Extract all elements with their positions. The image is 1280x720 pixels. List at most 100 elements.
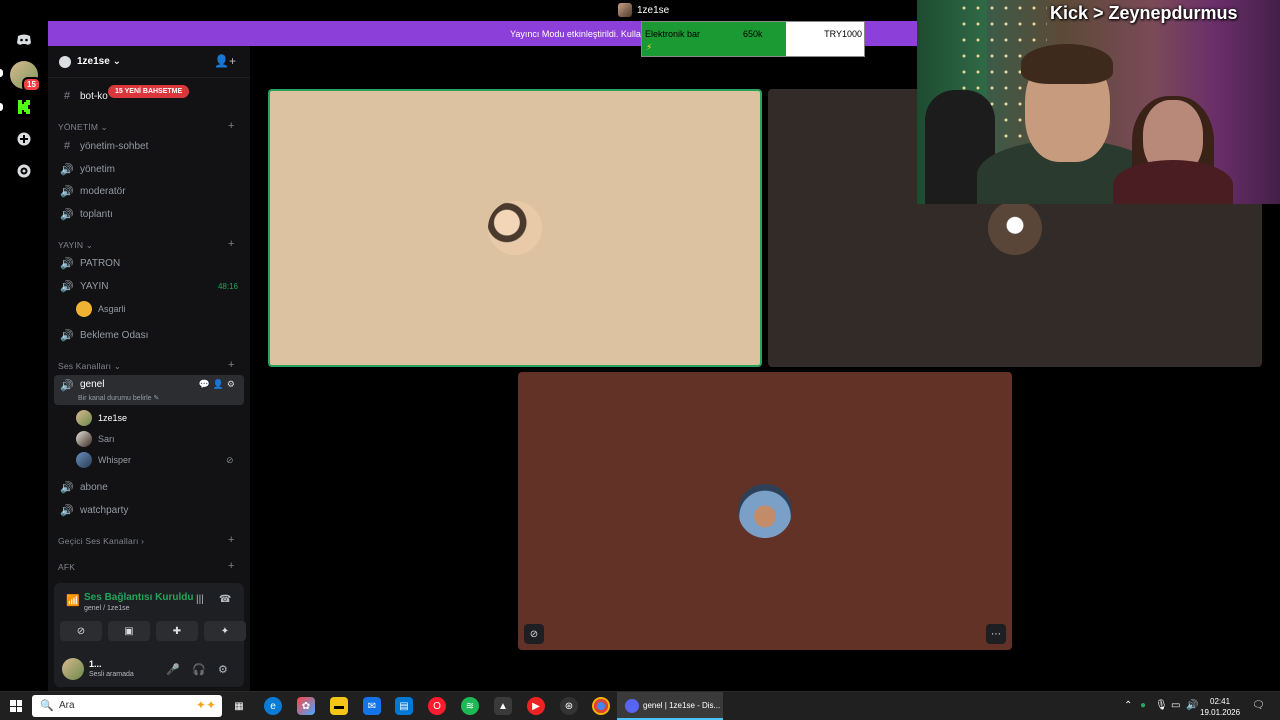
voice-location: genel / 1ze1se bbox=[84, 605, 130, 612]
voice-channel-icon: 🔊 bbox=[60, 257, 74, 270]
steam-icon[interactable]: ⊛ bbox=[560, 697, 578, 715]
voice-channel-icon: 🔊 bbox=[60, 504, 74, 517]
participant-tile-1ze1se[interactable] bbox=[268, 89, 762, 367]
server-name[interactable]: 1ze1se ⌄ bbox=[77, 56, 121, 67]
media-player-icon[interactable]: ▶ bbox=[527, 697, 545, 715]
add-channel-icon[interactable]: + bbox=[228, 560, 235, 572]
user-panel: 1... Sesli aramada 🎤 🎧 ⚙ bbox=[54, 654, 244, 688]
webcam-overlay: Kick > Zeynepdurmus bbox=[917, 0, 1280, 204]
channel-yonetim[interactable]: 🔊 yönetim bbox=[54, 159, 244, 179]
voice-status[interactable]: Ses Bağlantısı Kuruldu bbox=[84, 592, 193, 603]
goal-label: Elektronik bar bbox=[645, 29, 701, 39]
channel-patron[interactable]: 🔊 PATRON bbox=[54, 253, 244, 273]
voice-channel-icon: 🔊 bbox=[60, 163, 74, 176]
user-avatar[interactable] bbox=[62, 658, 84, 680]
windows-start-icon[interactable] bbox=[10, 700, 22, 712]
signal-icon[interactable]: 📶 bbox=[66, 594, 80, 607]
add-channel-icon[interactable]: + bbox=[228, 359, 235, 371]
settings-gear-icon[interactable]: ⚙ bbox=[218, 663, 228, 676]
taskbar-clock[interactable]: 02:41 19.01.2026 bbox=[1200, 696, 1240, 718]
channel-controls[interactable]: 💬👤⚙ bbox=[199, 379, 238, 390]
add-server-icon[interactable] bbox=[10, 125, 38, 153]
notification-icon[interactable]: 🗨 bbox=[1252, 700, 1265, 711]
task-view-icon[interactable]: ▦ bbox=[230, 697, 248, 715]
connected-voice-icon: 🔊 bbox=[60, 380, 74, 392]
share-screen-button[interactable]: ▣ bbox=[108, 621, 150, 641]
file-explorer-icon[interactable]: ▬ bbox=[330, 697, 348, 715]
channel-yayin[interactable]: 🔊 YAYIN 48:16 bbox=[54, 276, 244, 296]
tray-mic-icon[interactable]: 🎙 bbox=[1155, 700, 1168, 711]
chrome-icon[interactable] bbox=[592, 697, 610, 715]
taskbar-active-discord[interactable]: genel | 1ze1se - Dis... bbox=[617, 692, 723, 720]
channel-moderator[interactable]: 🔊 moderatör bbox=[54, 181, 244, 201]
search-placeholder: Ara bbox=[59, 700, 75, 711]
taskbar-search[interactable]: 🔍 Ara ✦✦ bbox=[32, 695, 222, 717]
tray-chevron-icon[interactable]: ⌃ bbox=[1124, 700, 1132, 711]
tray-volume-icon[interactable]: 🔊 bbox=[1186, 700, 1198, 711]
microphone-icon[interactable]: 🎤 bbox=[166, 663, 180, 676]
channel-bekleme-odasi[interactable]: 🔊 Bekleme Odası bbox=[54, 325, 244, 345]
text-channel-icon: # bbox=[63, 140, 71, 152]
category-yonetim[interactable]: YÖNETİM ⌄ + bbox=[58, 120, 234, 133]
new-mentions-badge[interactable]: 15 YENİ BAHSETME bbox=[108, 85, 190, 98]
muted-icon: ⊘ bbox=[226, 454, 234, 465]
search-icon: 🔍 bbox=[40, 700, 54, 712]
category-afk[interactable]: AFK + bbox=[58, 560, 234, 572]
outlook-icon[interactable]: ✉ bbox=[363, 697, 381, 715]
server-unread-pill bbox=[0, 103, 3, 111]
add-channel-icon[interactable]: + bbox=[228, 534, 235, 546]
more-options-icon[interactable]: ⋯ bbox=[986, 624, 1006, 644]
kick-server-icon[interactable] bbox=[10, 93, 38, 121]
voice-user-whisper[interactable]: Whisper ⊘ bbox=[76, 452, 234, 468]
goal-progress-fill bbox=[642, 22, 787, 56]
noise-suppression-icon[interactable]: ||| bbox=[196, 594, 204, 605]
mute-indicator-icon[interactable]: ⊘ bbox=[524, 624, 544, 644]
camera-off-button[interactable]: ⊘ bbox=[60, 621, 102, 641]
server-header[interactable]: 1ze1se ⌄ 👤+ bbox=[48, 46, 250, 78]
opera-icon[interactable]: O bbox=[428, 697, 446, 715]
tray-status-icon[interactable]: ● bbox=[1140, 700, 1146, 711]
channel-sidebar: 1ze1se ⌄ 👤+ # bot-ko 15 YENİ BAHSETME YÖ… bbox=[48, 46, 250, 691]
category-gecici[interactable]: Geçici Ses Kanalları › + bbox=[58, 534, 234, 546]
disconnect-icon[interactable]: ☎ bbox=[219, 594, 231, 605]
user-avatar bbox=[76, 431, 92, 447]
channel-watchparty[interactable]: 🔊 watchparty bbox=[54, 500, 244, 520]
spotify-icon[interactable]: ≋ bbox=[461, 697, 479, 715]
goal-amount: 650k bbox=[743, 29, 763, 39]
windows-taskbar: 🔍 Ara ✦✦ ▦ e ✿ ▬ ✉ ▤ O ≋ ▲ ▶ ⊛ genel | 1… bbox=[0, 691, 1280, 720]
discord-home-icon[interactable] bbox=[10, 26, 38, 54]
person-body bbox=[1113, 160, 1233, 204]
channel-status-prompt[interactable]: Bir kanal durumu belirle ✎ bbox=[78, 394, 159, 402]
channel-abone[interactable]: 🔊 abone bbox=[54, 477, 244, 497]
participant-tile-whisper[interactable]: ⊘ ⋯ bbox=[518, 372, 1012, 650]
add-channel-icon[interactable]: + bbox=[228, 238, 235, 250]
voice-user-1ze1se[interactable]: 1ze1se bbox=[76, 410, 127, 426]
category-yayin[interactable]: YAYIN ⌄ + bbox=[58, 238, 234, 251]
store-icon[interactable]: ▤ bbox=[395, 697, 413, 715]
participant-avatar bbox=[738, 484, 792, 538]
user-name[interactable]: 1... bbox=[89, 659, 102, 669]
voice-user-sari[interactable]: Sarı bbox=[76, 431, 115, 447]
user-avatar bbox=[76, 452, 92, 468]
app-icon[interactable]: ▲ bbox=[494, 697, 512, 715]
tray-network-icon[interactable]: ▭ bbox=[1171, 700, 1180, 711]
channel-timer: 48:16 bbox=[217, 281, 238, 291]
clock-date: 19.01.2026 bbox=[1200, 708, 1241, 717]
channel-toplanti[interactable]: 🔊 toplantı bbox=[54, 204, 244, 224]
donation-goal-widget: Elektronik bar 650k TRY1000 ⚡ bbox=[641, 21, 865, 57]
participant-avatar bbox=[488, 201, 542, 255]
soundboard-button[interactable]: ✦ bbox=[204, 621, 246, 641]
headphones-icon[interactable]: 🎧 bbox=[192, 663, 206, 676]
invite-people-icon[interactable]: 👤+ bbox=[214, 54, 236, 68]
activities-button[interactable]: ✚ bbox=[156, 621, 198, 641]
discover-icon[interactable] bbox=[10, 157, 38, 185]
channel-yonetim-sohbet[interactable]: # yönetim-sohbet bbox=[54, 136, 244, 156]
edge-icon[interactable]: e bbox=[264, 697, 282, 715]
voice-channel-icon: 🔊 bbox=[60, 208, 74, 221]
category-ses-kanallari[interactable]: Ses Kanalları ⌄ + bbox=[58, 359, 234, 372]
active-window-title: genel | 1ze1se - Dis... bbox=[643, 701, 721, 710]
participant-avatar bbox=[988, 201, 1042, 255]
copilot-icon[interactable]: ✿ bbox=[297, 697, 315, 715]
add-channel-icon[interactable]: + bbox=[228, 120, 235, 132]
voice-user-asgarli[interactable]: Asgarli bbox=[76, 301, 126, 317]
